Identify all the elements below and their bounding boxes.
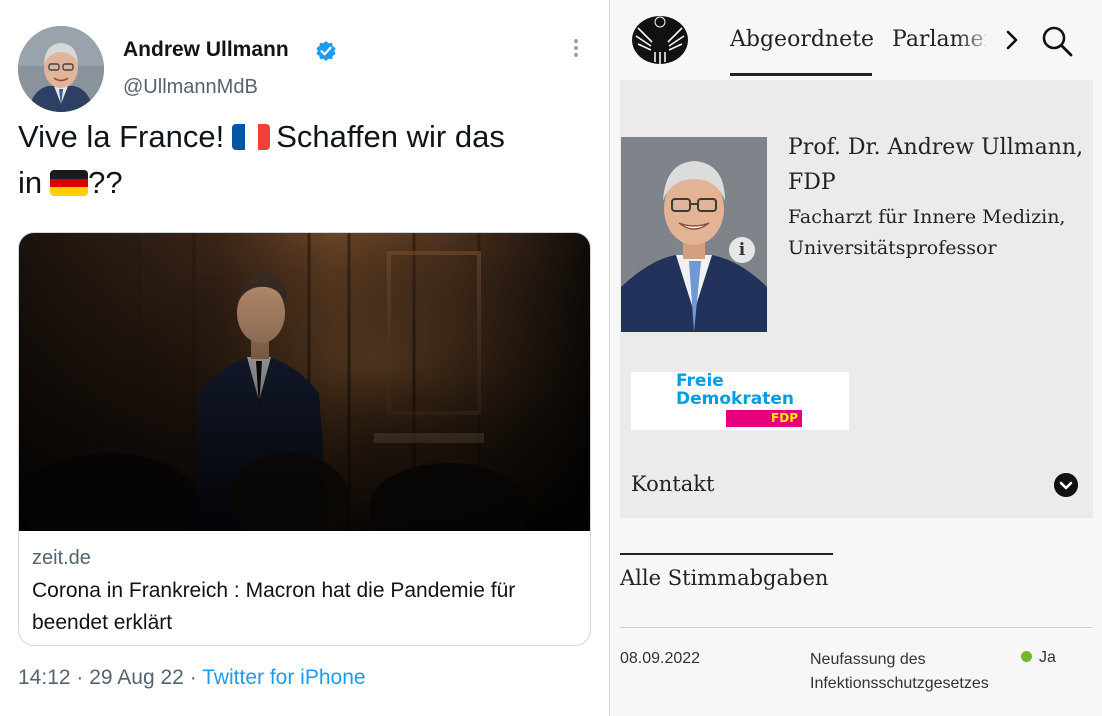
bundestag-panel: Abgeordnete Parlament (609, 0, 1102, 716)
card-domain: zeit.de (32, 547, 91, 569)
meta-separator: · (76, 666, 84, 689)
kontakt-toggle[interactable]: Kontakt (631, 472, 714, 496)
article-photo (19, 233, 590, 531)
votes-heading-underline (620, 553, 833, 555)
tweet-source-link[interactable]: Twitter for iPhone (202, 666, 365, 689)
more-options-icon[interactable] (566, 36, 586, 66)
tweet-panel: Andrew Ullmann @UllmannMdB Vive la Franc… (0, 0, 608, 716)
member-profile-card: i Prof. Dr. Andrew Ullmann, FDP Facharzt… (620, 80, 1093, 518)
author-handle[interactable]: @UllmannMdB (123, 76, 258, 99)
search-icon[interactable] (1040, 24, 1074, 58)
tweet-time[interactable]: 14:12 (18, 666, 71, 689)
votes-heading[interactable]: Alle Stimmabgaben (620, 566, 828, 590)
tweet-text: Vive la France! Schaffen wir das in?? (18, 114, 598, 206)
flag-germany-icon (50, 170, 89, 196)
tweet-text-part: ?? (88, 165, 123, 200)
tweet-text-part: Schaffen wir das (276, 119, 505, 154)
votes-divider (620, 627, 1093, 628)
author-avatar[interactable] (18, 26, 104, 112)
member-name: Prof. Dr. Andrew Ullmann, FDP (788, 135, 1084, 195)
tab-fade-overlay (955, 20, 1000, 60)
vote-date: 08.09.2022 (620, 650, 701, 667)
fdp-party-logo[interactable]: Freie Demokraten FDP (631, 372, 849, 430)
chevron-down-icon[interactable] (1054, 473, 1078, 497)
member-portrait (621, 137, 767, 332)
tweet-date[interactable]: 29 Aug 22 (89, 666, 184, 689)
logo-text-fdp: FDP (771, 411, 798, 425)
info-icon[interactable]: i (729, 237, 755, 263)
logo-text-demokraten: Demokraten (676, 389, 794, 409)
bundestag-eagle-logo-icon[interactable] (630, 10, 690, 66)
vote-subject-link[interactable]: Neufassung des Infektionsschutzgesetzes (810, 648, 1025, 696)
tweet-text-part: Vive la France! (18, 119, 225, 154)
card-title[interactable]: Corona in Frankreich : Macron hat die Pa… (32, 575, 572, 639)
flag-france-icon (232, 124, 271, 150)
meta-separator: · (189, 666, 197, 689)
vote-result: Ja (1039, 649, 1056, 666)
tweet-text-part: in (18, 165, 43, 200)
tweet-meta: 14:12 · 29 Aug 22 · Twitter for iPhone (18, 666, 366, 690)
tab-abgeordnete[interactable]: Abgeordnete (730, 27, 874, 52)
verified-badge-icon (316, 41, 336, 61)
active-tab-underline (730, 73, 872, 76)
logo-fdp-box: FDP (726, 410, 802, 427)
chevron-right-icon[interactable] (1000, 28, 1024, 52)
vote-status-dot-icon (1021, 651, 1032, 662)
author-name[interactable]: Andrew Ullmann (123, 38, 289, 62)
top-navigation: Abgeordnete Parlament (610, 0, 1102, 80)
link-preview-card[interactable]: zeit.de Corona in Frankreich : Macron ha… (18, 232, 591, 646)
member-profession: Facharzt für Innere Medizin, Universität… (788, 206, 1066, 259)
